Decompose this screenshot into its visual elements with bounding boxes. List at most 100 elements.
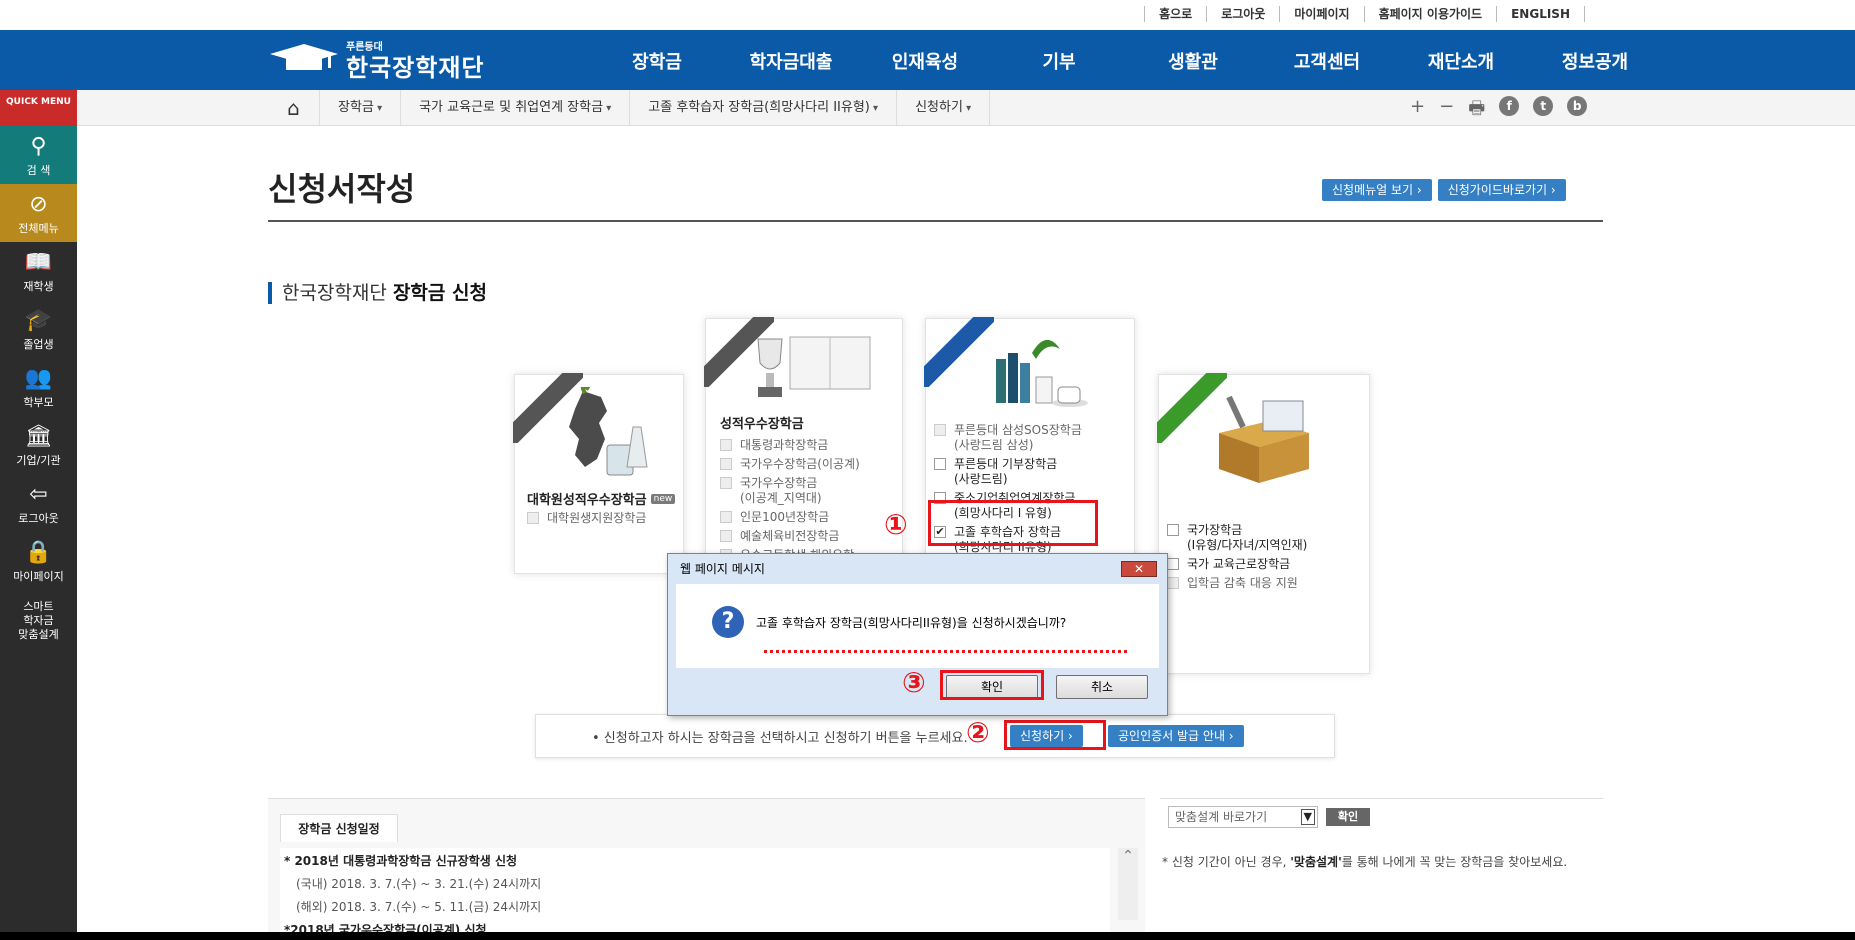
title-divider <box>268 220 1603 222</box>
nav-customer-center[interactable]: 고객센터 <box>1260 48 1394 74</box>
card-title: 대학원성적우수장학금 <box>527 493 647 508</box>
nav-disclosure[interactable]: 정보공개 <box>1528 48 1662 74</box>
annotation-box-1 <box>928 500 1098 546</box>
schedule-list: * 2018년 대통령과학장학금 신규장학생 신청 (국내) 2018. 3. … <box>280 848 1110 940</box>
annotation-number-1: ① <box>884 508 908 541</box>
lock-icon: 🔒 <box>24 540 53 565</box>
zoom-in-icon[interactable]: + <box>1410 96 1425 126</box>
nav-donation[interactable]: 기부 <box>992 48 1126 74</box>
certificate-guide-button[interactable]: 공인인증서 발급 안내 › <box>1108 725 1244 747</box>
logout-icon: ⇦ <box>29 482 48 507</box>
quick-all-menu[interactable]: ⊘ 전체메뉴 <box>0 184 77 242</box>
checkbox[interactable] <box>720 530 732 542</box>
nav-loan[interactable]: 학자금대출 <box>724 48 858 74</box>
nav-talent[interactable]: 인재육성 <box>858 48 992 74</box>
breadcrumb-highschool-grad[interactable]: 고졸 후학습자 장학금(희망사다리 II유형) <box>630 90 898 126</box>
checkbox[interactable] <box>934 424 946 436</box>
option-presidential[interactable]: 대통령과학장학금 <box>720 438 860 453</box>
book-icon: 📖 <box>24 250 53 275</box>
annotation-number-3: ③ <box>902 666 926 699</box>
schedule-line: (국내) 2018. 3. 7.(수) ~ 3. 21.(수) 24시까지 <box>296 877 542 891</box>
breadcrumb-scholarship[interactable]: 장학금 <box>320 90 402 126</box>
quick-graduates[interactable]: 🎓 졸업생 <box>0 300 77 358</box>
nav-dormitory[interactable]: 생활관 <box>1126 48 1260 74</box>
quick-menu: QUICK MENU ⚲ 검 색 ⊘ 전체메뉴 📖 재학생 🎓 졸업생 👥 학부… <box>0 90 77 940</box>
section-title: 한국장학재단 장학금 신청 <box>268 282 487 304</box>
schedule-line: (해외) 2018. 3. 7.(수) ~ 5. 11.(금) 24시까지 <box>296 900 542 914</box>
logo-cap-icon <box>270 44 338 70</box>
checkbox[interactable] <box>1167 577 1179 589</box>
zoom-out-icon[interactable]: − <box>1439 96 1454 126</box>
mypage-link[interactable]: 마이페이지 <box>1279 6 1363 22</box>
card-national-scholarship: 국가장학금 (I유형/다자녀/지역인재) 국가 교육근로장학금 입학금 감축 대… <box>1157 373 1370 674</box>
quick-parents[interactable]: 👥 학부모 <box>0 358 77 416</box>
fit-plan-note: * 신청 기간이 아닌 경우, '맞춤설계'를 통해 나에게 꼭 맞는 장학금을… <box>1162 855 1568 869</box>
checkbox[interactable] <box>720 458 732 470</box>
nav-about[interactable]: 재단소개 <box>1394 48 1528 74</box>
apply-instruction: • 신청하고자 하시는 장학금을 선택하시고 신청하기 버튼을 누르세요. <box>592 731 968 746</box>
scroll-up-icon[interactable]: ⌃ <box>1118 848 1138 920</box>
tab-schedule[interactable]: 장학금 신청일정 <box>280 814 398 842</box>
option-humanities[interactable]: 인문100년장학금 <box>720 510 860 525</box>
dialog-cancel-button[interactable]: 취소 <box>1056 675 1148 699</box>
print-icon[interactable]: 🖶 <box>1468 96 1485 126</box>
people-icon: 👥 <box>24 366 53 391</box>
korea-map-icon <box>569 387 648 476</box>
guide-buttons: 신청메뉴얼 보기 › 신청가이드바로가기 › <box>1322 179 1566 201</box>
quick-logout[interactable]: ⇦ 로그아웃 <box>0 474 77 532</box>
checkbox[interactable] <box>527 512 539 524</box>
toolbox-icon <box>1219 395 1309 483</box>
option-national-merit[interactable]: 국가우수장학금(이공계) <box>720 457 860 472</box>
blog-icon[interactable]: b <box>1567 96 1588 116</box>
annotation-number-2: ② <box>966 716 990 749</box>
checkbox[interactable] <box>720 439 732 451</box>
option-graduate-support[interactable]: 대학원생지원장학금 <box>527 511 646 526</box>
english-link[interactable]: ENGLISH <box>1496 6 1585 22</box>
logo[interactable]: 푸른등대 한국장학재단 <box>268 36 498 82</box>
institution-icon: 🏛 <box>24 424 53 449</box>
schedule-heading: * 2018년 대통령과학장학금 신규장학생 신청 <box>284 854 518 868</box>
option-donation[interactable]: 푸른등대 기부장학금 (사랑드림) <box>934 457 1082 487</box>
annotation-box-3 <box>940 670 1044 700</box>
option-national-merit-regional[interactable]: 국가우수장학금 (이공계_지역대) <box>720 476 860 506</box>
breadcrumb-apply[interactable]: 신청하기 <box>897 90 991 126</box>
quick-institution[interactable]: 🏛 기업/기관 <box>0 416 77 474</box>
home-icon[interactable]: ⌂ <box>268 90 320 126</box>
option-arts-sports[interactable]: 예술체육비전장학금 <box>720 529 860 544</box>
close-icon[interactable]: ✕ <box>1121 561 1157 577</box>
checkbox[interactable] <box>1167 558 1179 570</box>
checkbox[interactable] <box>720 511 732 523</box>
manual-button[interactable]: 신청메뉴얼 보기 › <box>1322 179 1432 201</box>
checkbox[interactable] <box>934 458 946 470</box>
share-tools: + − 🖶 f t b <box>1410 96 1588 126</box>
quick-search[interactable]: ⚲ 검 색 <box>0 126 77 184</box>
checkbox[interactable] <box>720 477 732 489</box>
quick-students[interactable]: 📖 재학생 <box>0 242 77 300</box>
top-utility-bar: 홈으로 로그아웃 마이페이지 홈페이지 이용가이드 ENGLISH <box>0 0 1855 30</box>
dialog-message: 고졸 후학습자 장학금(희망사다리II유형)을 신청하시겠습니까? <box>756 616 1067 630</box>
search-icon: ⚲ <box>30 134 47 159</box>
quick-mypage[interactable]: 🔒 마이페이지 <box>0 532 77 590</box>
guide-link[interactable]: 홈페이지 이용가이드 <box>1363 6 1497 22</box>
option-admission-fee[interactable]: 입학금 감축 대응 지원 <box>1167 576 1307 591</box>
fit-plan-ok-button[interactable]: 확인 <box>1326 808 1370 826</box>
checkbox[interactable] <box>1167 524 1179 536</box>
option-work-study[interactable]: 국가 교육근로장학금 <box>1167 557 1307 572</box>
logout-link[interactable]: 로그아웃 <box>1206 6 1279 22</box>
quick-smart-plan[interactable]: 스마트 학자금 맞춤설계 <box>0 590 77 648</box>
guide-shortcut-button[interactable]: 신청가이드바로가기 › <box>1437 179 1566 201</box>
breadcrumb-work-study[interactable]: 국가 교육근로 및 취업연계 장학금 <box>401 90 631 126</box>
facebook-icon[interactable]: f <box>1499 96 1520 116</box>
main-menu: 장학금 학자금대출 인재육성 기부 생활관 고객센터 재단소개 정보공개 <box>590 48 1662 74</box>
fit-plan-select[interactable]: 맞춤설계 바로가기 <box>1168 806 1318 828</box>
option-samsung-sos[interactable]: 푸른등대 삼성SOS장학금 (사랑드림 삼성) <box>934 423 1082 453</box>
twitter-icon[interactable]: t <box>1533 96 1554 116</box>
question-icon: ? <box>712 606 744 638</box>
bottom-edge <box>0 932 1855 940</box>
card-title: 성적우수장학금 <box>720 417 804 432</box>
card-merit-scholarship: 성적우수장학금 대통령과학장학금 국가우수장학금(이공계) 국가우수장학금 (이… <box>704 317 903 574</box>
home-link[interactable]: 홈으로 <box>1144 6 1206 22</box>
books-plant-icon <box>996 339 1088 407</box>
option-national-scholarship[interactable]: 국가장학금 (I유형/다자녀/지역인재) <box>1167 523 1307 553</box>
nav-scholarship[interactable]: 장학금 <box>590 48 724 74</box>
